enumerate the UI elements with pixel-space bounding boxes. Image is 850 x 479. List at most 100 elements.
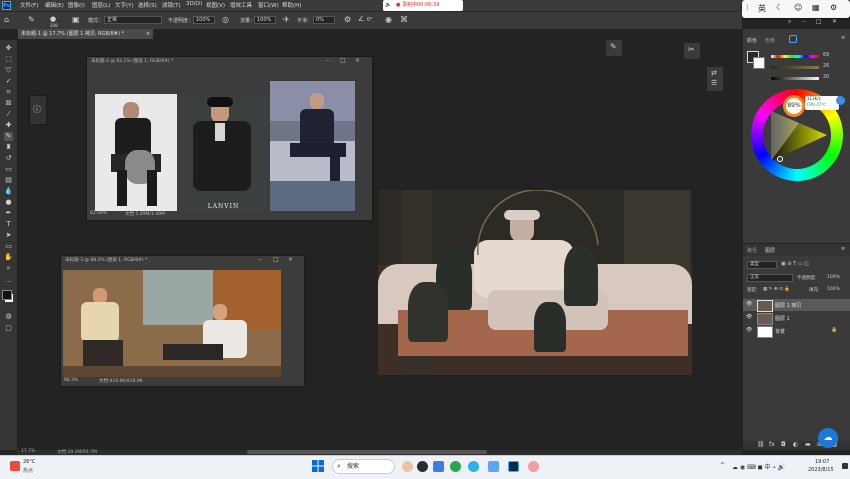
filter-icons[interactable]: ▣ ⊘ T ▭ ◫ bbox=[781, 261, 809, 267]
main-canvas-artwork[interactable] bbox=[378, 190, 692, 375]
home-icon[interactable]: ⌂ bbox=[4, 15, 9, 24]
panel-menu-icon[interactable]: ≡ bbox=[841, 35, 845, 41]
menu-image[interactable]: 图像(I) bbox=[68, 1, 85, 9]
close-icon[interactable]: ✕ bbox=[832, 18, 837, 25]
background-swatch[interactable] bbox=[753, 57, 765, 69]
reference-window-2[interactable]: 未标题-3 @ 68.3% (图层 1, RGB/8#) * – □ × 68.… bbox=[60, 255, 305, 387]
shape-tool-icon[interactable]: ▭ bbox=[4, 242, 13, 251]
maximize-icon[interactable]: □ bbox=[340, 57, 346, 64]
menu-3d[interactable]: 3D(D) bbox=[186, 1, 202, 7]
start-icon[interactable] bbox=[312, 460, 324, 472]
photoshop-taskbar-icon[interactable] bbox=[508, 461, 519, 472]
foreground-color-swatch[interactable] bbox=[2, 290, 12, 300]
tab-paths[interactable]: 路径 bbox=[747, 247, 757, 254]
menu-layer[interactable]: 图层(L) bbox=[92, 1, 110, 9]
visibility-eye-icon[interactable]: 👁 bbox=[746, 327, 752, 333]
saturation-slider[interactable] bbox=[771, 66, 819, 69]
menu-type[interactable]: 文字(Y) bbox=[115, 1, 134, 9]
panel-menu-icon[interactable]: ≡ bbox=[841, 246, 845, 252]
hand-tool-icon[interactable]: ✋ bbox=[4, 253, 13, 262]
clock-date[interactable]: 2023/8/15 bbox=[808, 467, 834, 473]
color-value-1[interactable]: 69 bbox=[823, 52, 829, 58]
layer-row[interactable]: 👁 背景 🔒 bbox=[743, 325, 850, 338]
menu-help[interactable]: 帮助(H) bbox=[282, 1, 301, 9]
brightness-slider[interactable] bbox=[771, 77, 819, 80]
drag-handle-icon[interactable]: ⁞ bbox=[746, 3, 749, 12]
properties-icon[interactable]: ☰ bbox=[711, 79, 717, 87]
adjustment-icon[interactable]: ◐ bbox=[793, 441, 798, 448]
zoom-tool-icon[interactable]: ⌕ bbox=[4, 264, 13, 273]
healing-tool-icon[interactable]: ✚ bbox=[4, 121, 13, 130]
angle-value[interactable]: 0° bbox=[367, 17, 373, 23]
maximize-icon[interactable]: □ bbox=[273, 256, 279, 263]
move-tool-icon[interactable]: ✥ bbox=[4, 44, 13, 53]
maximize-icon[interactable]: □ bbox=[816, 18, 822, 25]
moon-icon[interactable]: ☾ bbox=[776, 3, 783, 12]
link-layers-icon[interactable]: ⛓ bbox=[757, 441, 765, 448]
keyboard-icon[interactable]: ▦ bbox=[812, 3, 820, 12]
blend-mode-select[interactable]: 正常 bbox=[747, 274, 793, 282]
zoom-level[interactable]: 68.3% bbox=[64, 378, 78, 383]
close-tab-icon[interactable]: × bbox=[146, 29, 150, 39]
layer-filter-select[interactable]: 类型 bbox=[747, 261, 777, 269]
tab-swatches[interactable]: 色板 bbox=[765, 37, 775, 44]
eyedropper-tool-icon[interactable]: ⁄ bbox=[4, 110, 13, 119]
clock-time[interactable]: 19:07 bbox=[815, 459, 829, 465]
history-brush-tool-icon[interactable]: ↺ bbox=[4, 154, 13, 163]
app-icon[interactable] bbox=[488, 461, 499, 472]
recorder-icon[interactable] bbox=[528, 461, 539, 472]
reference-window-1[interactable]: 未标题-2 @ 62.1% (图层 1, RGB/8#) * – □ × LAN… bbox=[86, 56, 373, 221]
quick-select-tool-icon[interactable]: ✓ bbox=[4, 77, 13, 86]
layer-row[interactable]: 👁 图层 1 bbox=[743, 312, 850, 325]
color-value-2[interactable]: 26 bbox=[823, 63, 829, 69]
frame-tool-icon[interactable]: ⊠ bbox=[4, 99, 13, 108]
marquee-tool-icon[interactable]: ⬚ bbox=[4, 55, 13, 64]
minimize-icon[interactable]: – bbox=[326, 57, 329, 64]
menu-window[interactable]: 窗口(W) bbox=[258, 1, 279, 9]
chat-support-icon[interactable]: ☁ bbox=[818, 428, 838, 448]
minimize-icon[interactable]: – bbox=[259, 256, 262, 263]
gradient-tool-icon[interactable]: ▤ bbox=[4, 176, 13, 185]
zoom-level[interactable]: 62.09% bbox=[90, 211, 107, 216]
menu-file[interactable]: 文件(F) bbox=[20, 1, 38, 9]
taskbar-search[interactable]: ⌕ 搜索 bbox=[332, 459, 395, 474]
recording-indicator[interactable]: 🔈 ● 录制中00:06:39 bbox=[383, 0, 463, 11]
layer-row[interactable]: 👁 图层 1 拷贝 bbox=[743, 299, 850, 312]
system-monitor-badge[interactable]: 89% bbox=[783, 95, 805, 117]
qq-icon[interactable] bbox=[417, 461, 428, 472]
color-panel-extension-icon[interactable] bbox=[789, 35, 797, 43]
minimize-icon[interactable]: – bbox=[802, 18, 805, 25]
screen-mode-icon[interactable]: ▢ bbox=[4, 324, 13, 333]
smoothing-options-icon[interactable]: ⚙ bbox=[344, 15, 351, 24]
canvas-zoom[interactable]: 17.7% bbox=[21, 449, 35, 454]
pressure-size-icon[interactable]: ◉ bbox=[385, 15, 392, 24]
eraser-tool-icon[interactable]: ▭ bbox=[4, 165, 13, 174]
fill-input[interactable]: 100% bbox=[827, 287, 840, 292]
dodge-tool-icon[interactable]: ● bbox=[4, 198, 13, 207]
layer-opacity-input[interactable]: 100% bbox=[827, 275, 840, 280]
tab-layers[interactable]: 图层 bbox=[765, 247, 775, 254]
tab-color[interactable]: 颜色 bbox=[747, 37, 757, 44]
quick-mask-icon[interactable]: ◍ bbox=[4, 312, 13, 321]
visibility-eye-icon[interactable]: 👁 bbox=[746, 301, 752, 307]
pressure-opacity-icon[interactable]: ◎ bbox=[222, 15, 229, 24]
notification-icon[interactable] bbox=[842, 463, 848, 469]
emoji-icon[interactable]: ☺ bbox=[794, 3, 802, 12]
weather-temp[interactable]: 26°C bbox=[23, 459, 35, 465]
brush-preset-icon[interactable]: ● bbox=[50, 15, 56, 23]
info-icon[interactable]: ⓘ bbox=[33, 104, 41, 115]
brush-panel-toggle[interactable]: ✎ bbox=[606, 40, 622, 56]
group-icon[interactable]: ▬ bbox=[805, 441, 811, 448]
crop-tool-icon[interactable]: ⌗ bbox=[4, 88, 13, 97]
brush-tool-icon[interactable]: ✎ bbox=[4, 132, 13, 141]
document-tab[interactable]: 未标题-1 @ 17.7% (图层 1 拷贝, RGB/8#) * × bbox=[18, 29, 153, 39]
layer-name[interactable]: 图层 1 bbox=[775, 315, 790, 322]
search-icon[interactable]: ⌕ bbox=[788, 18, 791, 26]
file-explorer-icon[interactable] bbox=[433, 461, 444, 472]
close-icon[interactable]: × bbox=[355, 57, 360, 64]
stamp-tool-icon[interactable]: ♜ bbox=[4, 143, 13, 152]
airbrush-icon[interactable]: ✈ bbox=[283, 15, 290, 24]
menu-filter[interactable]: 滤镜(T) bbox=[162, 1, 181, 9]
smoothing-input[interactable]: 0% bbox=[313, 16, 335, 24]
lock-icons[interactable]: ▦ ✎ ✥ ⊡ 🔒 bbox=[763, 287, 790, 292]
